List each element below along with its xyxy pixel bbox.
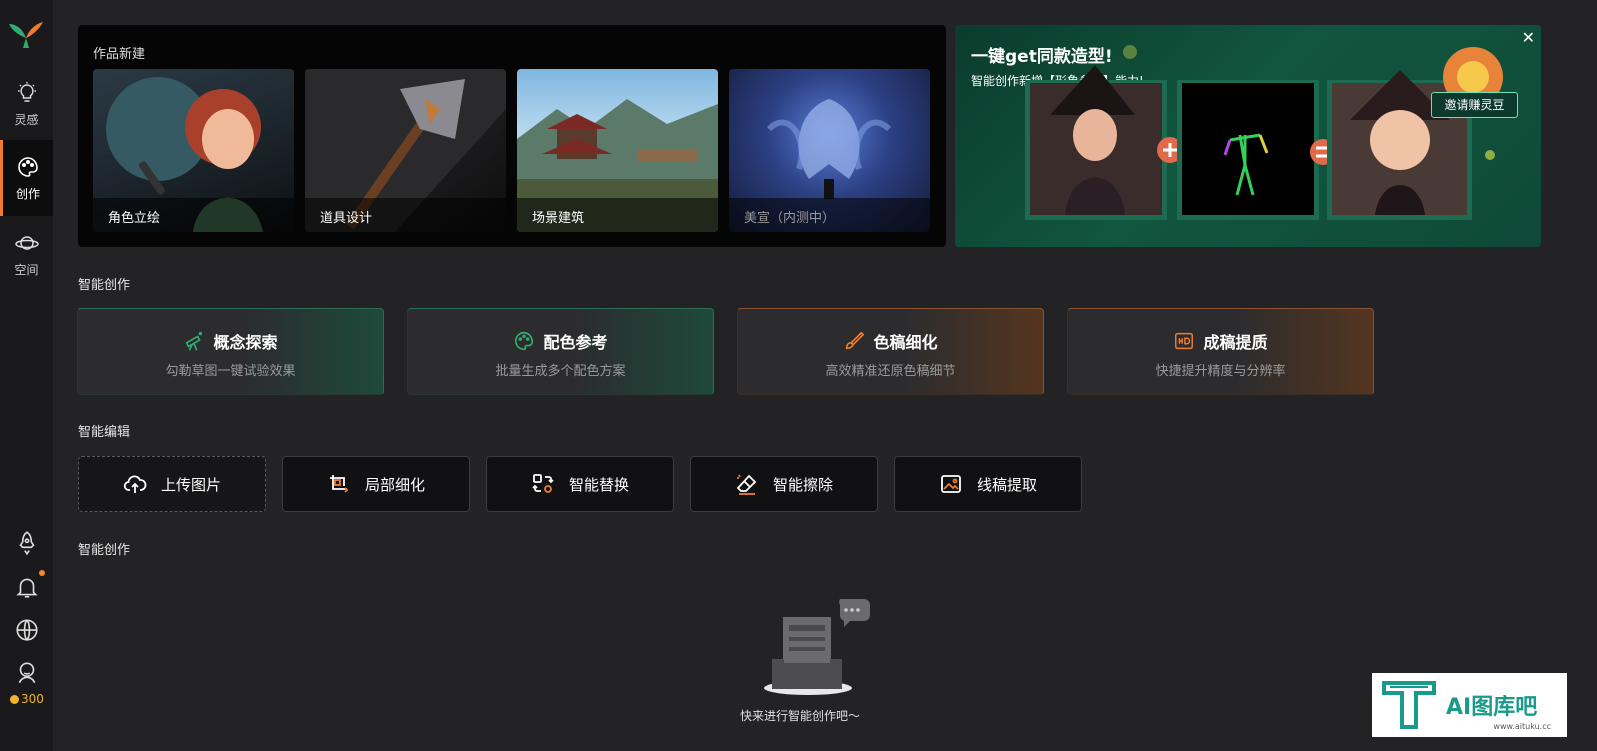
banner-illustration [1025,45,1503,220]
edit-button-label: 智能擦除 [772,475,833,494]
card-prop[interactable]: 道具设计 [305,69,506,232]
sidebar-item-space[interactable]: 空间 [0,216,53,292]
notification-dot [39,570,45,576]
coin-balance: 300 [10,692,44,706]
ai-card-refine[interactable]: 色稿细化 高效精准还原色稿细节 [737,308,1044,395]
user-icon[interactable] [14,660,40,686]
card-scene[interactable]: 场景建筑 [517,69,718,232]
ai-card-subtitle: 高效精准还原色稿细节 [825,364,956,379]
image-icon [941,475,961,493]
ai-card-subtitle: 快捷提升精度与分辨率 [1155,364,1286,379]
swap-icon [532,474,554,493]
telescope-icon [186,331,203,351]
edit-button-label: 智能替换 [568,475,629,494]
card-label: 道具设计 [305,198,506,232]
hd-icon [1175,332,1194,350]
upload-image-button[interactable]: 上传图片 [78,456,266,512]
app-logo[interactable] [7,18,45,50]
ai-card-subtitle: 勾勒草图一键试验效果 [165,364,296,379]
brush-icon [846,331,865,350]
card-promo-art[interactable]: 美宣（内测中） [729,69,930,232]
watermark-logo [1382,681,1436,729]
lightbulb-icon [17,81,36,102]
planet-icon [14,235,39,250]
rocket-icon[interactable] [14,530,40,556]
crop-refine-icon [329,475,349,493]
new-work-panel: 作品新建 角色立绘 道具设计 场景建筑 美宣（内测中） [78,25,946,247]
coin-icon [10,694,19,704]
palette-icon [18,156,38,177]
card-label: 场景建筑 [517,198,718,232]
edit-button-label: 上传图片 [160,475,221,494]
card-label: 角色立绘 [93,198,294,232]
edit-button-label: 局部细化 [364,475,425,494]
ai-card-subtitle: 批量生成多个配色方案 [495,364,626,379]
ai-card-concept[interactable]: 概念探索 勾勒草图一键试验效果 [77,308,384,395]
sidebar: 灵感 创作 空间 300 [0,0,53,751]
smart-replace-button[interactable]: 智能替换 [486,456,674,512]
ai-card-title: 概念探索 [213,333,278,352]
upload-cloud-icon [123,475,147,493]
smart-erase-button[interactable]: 智能擦除 [690,456,878,512]
lineart-extract-button[interactable]: 线稿提取 [894,456,1082,512]
invite-button[interactable]: 邀请赚灵豆 [1431,92,1518,118]
ai-card-title: 色稿细化 [873,333,938,352]
watermark-name: AI图库吧 [1446,695,1538,720]
empty-box-icon [764,599,870,695]
watermark: AI图库吧 www.aituku.cc [1372,673,1567,737]
section-title-history: 智能创作 [78,543,131,558]
promo-banner[interactable]: 一键get同款造型! 智能创作新增【形象参考】能力! ✕ 邀请赚灵豆 [955,25,1541,247]
globe-icon[interactable] [14,617,40,643]
panel-title: 作品新建 [93,47,146,62]
bell-icon[interactable] [14,574,40,600]
watermark-url: www.aituku.cc [1493,722,1551,731]
card-label: 美宣（内测中） [729,198,930,232]
empty-state-text: 快来进行智能创作吧～ [740,709,861,723]
partial-refine-button[interactable]: 局部细化 [282,456,470,512]
ai-card-title: 成稿提质 [1203,333,1268,352]
ai-card-quality[interactable]: 成稿提质 快捷提升精度与分辨率 [1067,308,1374,395]
sidebar-item-inspiration[interactable]: 灵感 [0,66,53,142]
sidebar-item-label: 灵感 [14,112,39,127]
ai-card-title: 配色参考 [543,333,608,352]
section-title-ai-create: 智能创作 [78,278,131,293]
eraser-icon [736,474,757,495]
card-character[interactable]: 角色立绘 [93,69,294,232]
sidebar-item-label: 创作 [15,186,40,201]
edit-button-label: 线稿提取 [976,475,1037,494]
sidebar-item-label: 空间 [14,262,39,277]
section-title-ai-edit: 智能编辑 [78,425,131,440]
sidebar-item-create[interactable]: 创作 [0,140,53,216]
palette-icon [515,331,534,351]
ai-card-color[interactable]: 配色参考 批量生成多个配色方案 [407,308,714,395]
